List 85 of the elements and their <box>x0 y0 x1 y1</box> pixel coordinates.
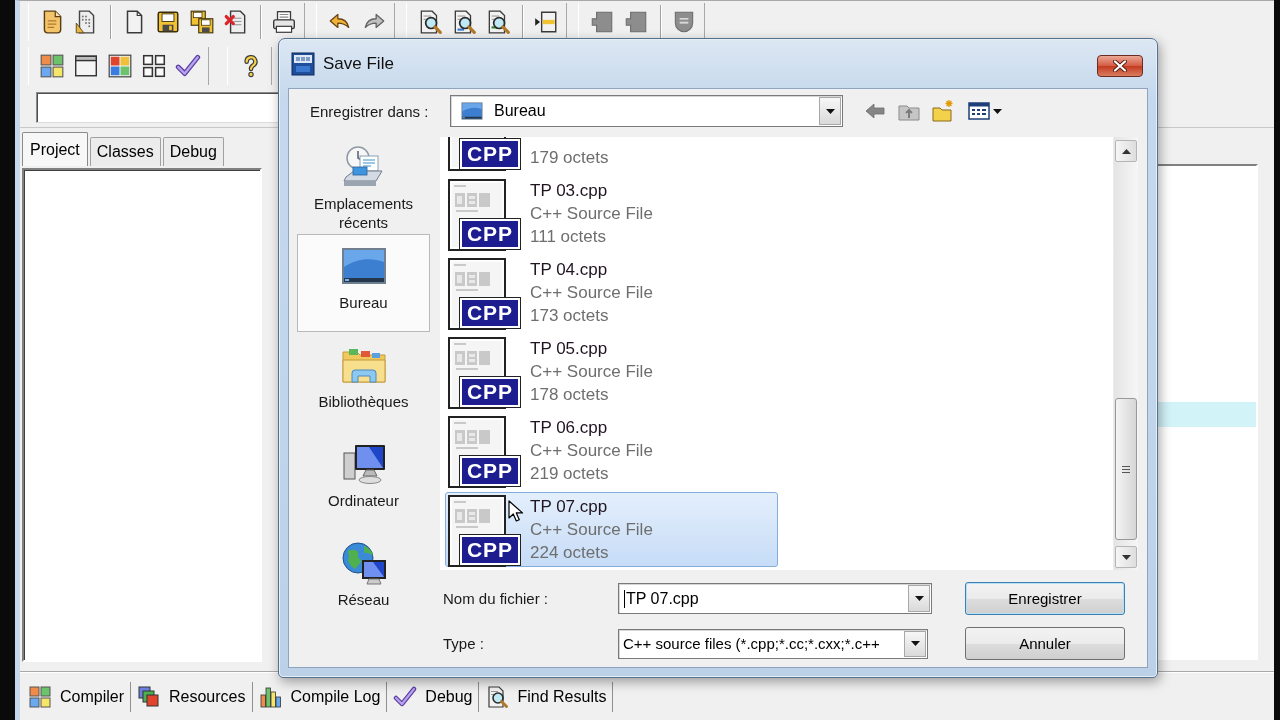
field-label: Enregistrer dans : <box>310 102 430 120</box>
caret-icon <box>910 641 920 646</box>
scroll-down-button[interactable] <box>1115 546 1137 568</box>
globe-and-monitor-icon <box>339 540 388 586</box>
file-name: TP 07.cpp <box>530 496 609 518</box>
close-icon <box>1113 59 1127 72</box>
file-type-badge: CPP <box>460 377 520 407</box>
file-type-badge: CPP <box>460 535 520 565</box>
field-label: Nom du fichier : <box>443 590 550 607</box>
file-type-badge: CPP <box>460 139 520 169</box>
dropdown-button[interactable] <box>908 585 930 612</box>
save-button[interactable]: Enregistrer <box>965 582 1125 615</box>
place-item[interactable]: Emplacements récents <box>297 135 430 233</box>
mouse-pointer-icon <box>508 500 524 523</box>
view-grid-icon <box>966 99 991 123</box>
file-size: 173 octets <box>530 305 610 327</box>
caret-icon <box>992 108 1002 114</box>
panel-tab[interactable]: Compiler <box>22 682 131 712</box>
file-type: C++ Source File <box>530 519 653 541</box>
file-item[interactable]: CPP TP 03.cpp C++ Source File 111 octets <box>445 176 778 251</box>
stacked-floppy-disks-icon <box>189 9 215 35</box>
field-label: Type : <box>443 635 485 652</box>
panel-tab[interactable]: Debug <box>162 137 224 166</box>
file-name: TP 06.cpp <box>530 417 609 439</box>
new-folder-icon <box>931 99 955 123</box>
dialog-title: Save File <box>323 53 394 74</box>
bar-chart-icon <box>258 685 283 709</box>
panel-tab[interactable]: Resources <box>131 682 253 712</box>
file-item[interactable]: CPP 179 octets <box>445 137 778 172</box>
file-type-combo[interactable]: C++ source files (*.cpp;*.cc;*.cxx;*.c++ <box>618 628 928 659</box>
file-name-field[interactable]: TP 07.cpp <box>618 583 932 614</box>
dropdown-button[interactable] <box>904 630 926 657</box>
app-icon <box>291 51 315 76</box>
panel-tab[interactable]: Find Results <box>479 682 614 712</box>
close-button[interactable] <box>1097 54 1143 77</box>
file-type-badge: CPP <box>460 219 520 249</box>
page-magnifier-icon <box>485 685 510 709</box>
file-type: C++ Source File <box>530 282 653 304</box>
place-item[interactable]: Bibliothèques <box>297 333 430 431</box>
check-mark-icon <box>175 52 201 79</box>
file-size: 219 octets <box>530 463 610 485</box>
four-squares-icon <box>28 685 52 709</box>
caret-up-icon <box>1121 148 1131 154</box>
file-name: TP 03.cpp <box>530 180 609 202</box>
location-combo[interactable]: Bureau <box>450 95 843 127</box>
caret-icon <box>914 596 924 601</box>
caret-down-icon <box>1121 554 1131 560</box>
file-item[interactable]: CPP TP 04.cpp C++ Source File 173 octets <box>445 255 778 330</box>
four-squares-icon <box>39 52 65 79</box>
file-name: TP 04.cpp <box>530 259 609 281</box>
file-type: C++ Source File <box>530 440 653 462</box>
dropdown-button[interactable] <box>819 97 841 125</box>
printer-icon <box>271 9 297 35</box>
file-name: TP 05.cpp <box>530 338 609 360</box>
place-item[interactable]: Réseau <box>297 531 430 629</box>
panel-tab[interactable]: Classes <box>89 137 161 166</box>
file-size: 224 octets <box>530 542 610 564</box>
notched-page-icon <box>623 9 649 35</box>
caret-icon <box>825 108 835 114</box>
file-size: 111 octets <box>530 226 607 248</box>
file-type: C++ Source File <box>530 203 653 225</box>
file-size: 179 octets <box>530 147 609 169</box>
scroll-up-button[interactable] <box>1115 140 1137 162</box>
file-type-badge: CPP <box>460 298 520 328</box>
outline-grid-icon <box>141 52 167 79</box>
cancel-button[interactable]: Annuler <box>965 627 1125 660</box>
panel-tab[interactable]: Compile Log <box>252 682 388 712</box>
check-mark-icon <box>393 685 418 709</box>
file-type: C++ Source File <box>530 361 653 383</box>
notched-page-icon <box>589 9 615 35</box>
overlapping-squares-icon <box>137 685 161 709</box>
place-item[interactable]: Ordinateur <box>297 432 430 530</box>
file-size: 178 octets <box>530 384 610 406</box>
page-arrow-icon <box>533 9 559 35</box>
color-grid-icon <box>107 52 133 79</box>
desktop-icon <box>458 100 486 122</box>
grip-icon <box>1122 465 1130 473</box>
file-item[interactable]: CPP TP 06.cpp C++ Source File 219 octets <box>445 413 778 488</box>
place-item[interactable]: Bureau <box>297 234 430 332</box>
panel-tab[interactable]: Debug <box>387 682 480 712</box>
file-item[interactable]: CPP TP 05.cpp C++ Source File 178 octets <box>445 334 778 409</box>
file-item[interactable]: CPP TP 07.cpp C++ Source File 224 octets <box>445 492 778 567</box>
file-type-badge: CPP <box>460 456 520 486</box>
scrollbar-thumb[interactable] <box>1115 398 1137 540</box>
panel-tab[interactable]: Project <box>22 132 88 166</box>
